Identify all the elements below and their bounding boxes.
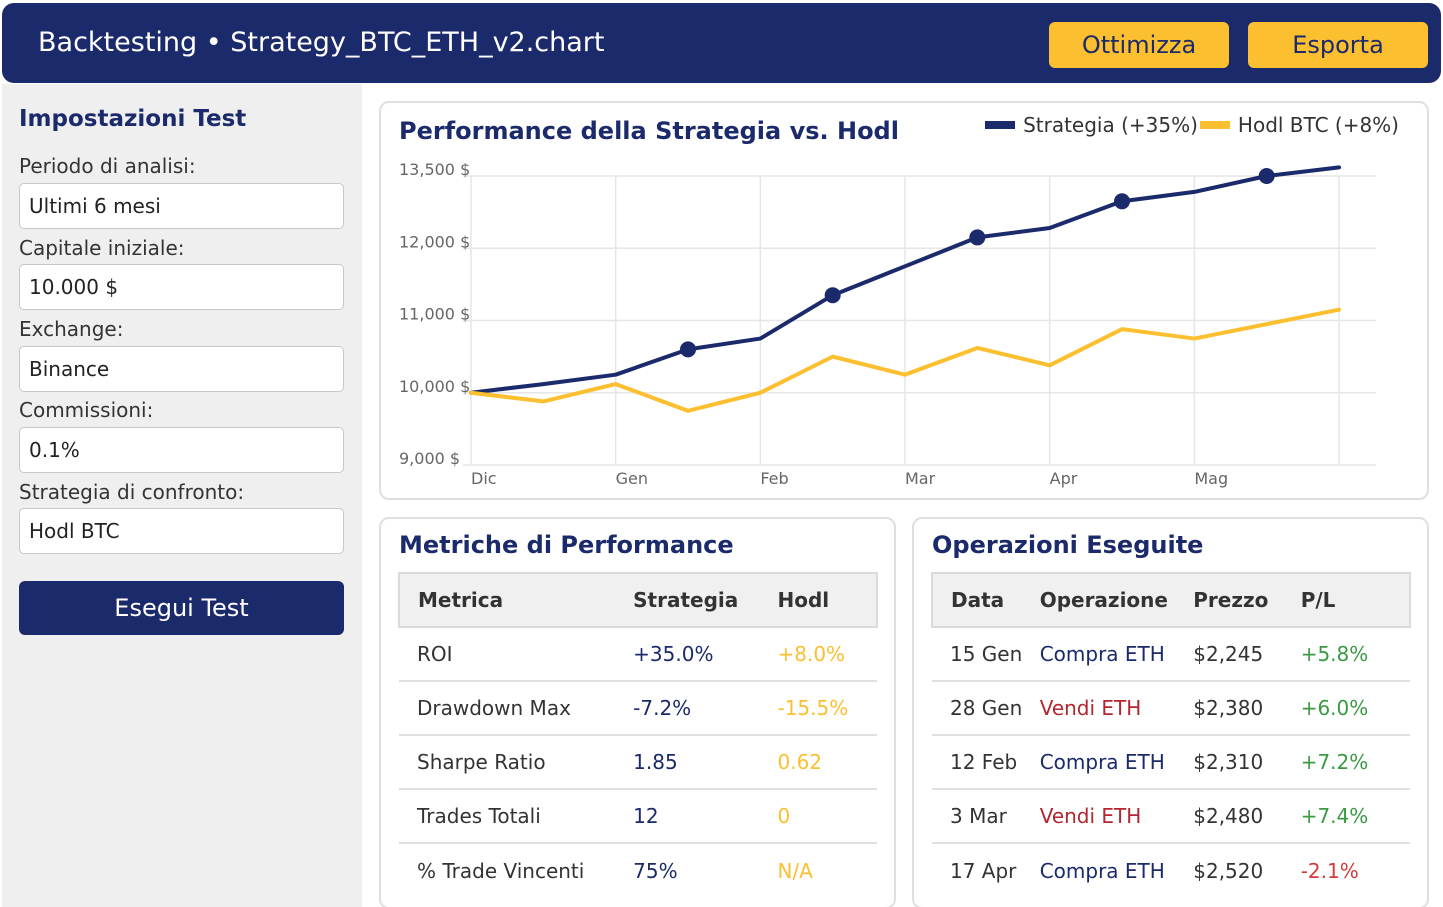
trades-cell: $2,480 — [1193, 789, 1301, 844]
trades-cell: 15 Gen — [932, 627, 1040, 682]
trades-cell: Compra ETH — [1039, 858, 1165, 883]
metrics-cell: 1.85 — [633, 735, 778, 790]
capital-label: Capitale iniziale: — [19, 236, 185, 260]
trades-row: 17 Apr Compra ETH $2,520 -2.1% — [932, 843, 1410, 897]
strategy-trade-marker — [824, 287, 841, 304]
y-tick-label: 13,500 $ — [399, 160, 470, 179]
strategy-trade-marker — [1258, 168, 1275, 184]
trades-row: 28 Gen Vendi ETH $2,380 +6.0% — [932, 681, 1410, 736]
trades-card: Operazioni Eseguite Data Operazione Prezzo… — [912, 517, 1429, 907]
trades-cell: $2,245 — [1193, 627, 1301, 682]
window-title: Backtesting • Strategy_BTC_ETH_v2.chart — [38, 27, 605, 58]
strategy-trade-marker — [1114, 193, 1130, 210]
metrics-row: Trades Totali 12 0 — [399, 789, 877, 844]
metrics-cell: ROI — [399, 627, 634, 682]
x-tick-label: Feb — [760, 469, 788, 488]
trades-header-cell: Data — [931, 572, 1040, 628]
trades-cell: +7.2% — [1300, 735, 1410, 790]
metrics-row: ROI +35.0% +8.0% — [399, 627, 877, 682]
period-label: Periodo di analisi: — [19, 154, 196, 178]
optimize-button[interactable]: Ottimizza — [1049, 22, 1229, 68]
metrics-row: % Trade Vincenti 75% N/A — [399, 843, 877, 897]
x-tick-label: Apr — [1050, 469, 1078, 488]
metrics-cell: +35.0% — [633, 627, 778, 682]
export-button[interactable]: Esporta — [1248, 22, 1428, 68]
run-test-button[interactable]: Esegui Test — [19, 581, 344, 635]
trades-cell: 28 Gen — [932, 681, 1040, 736]
trades-cell: Compra ETH — [1039, 627, 1194, 682]
trades-cell: Compra ETH — [1039, 735, 1194, 790]
benchmark-select[interactable]: Hodl BTC — [19, 508, 344, 554]
metrics-cell: 0.62 — [777, 735, 877, 790]
metrics-cell: Trades Totali — [399, 789, 634, 844]
metrics-cell: 75% — [633, 858, 678, 883]
trades-cell: 3 Mar — [932, 789, 1040, 844]
trades-title: Operazioni Eseguite — [932, 531, 1204, 559]
trades-cell: $2,310 — [1193, 735, 1301, 790]
trades-cell: +7.4% — [1300, 789, 1410, 844]
exchange-label: Exchange: — [19, 317, 124, 341]
trades-cell: -2.1% — [1300, 858, 1359, 883]
y-tick-label: 9,000 $ — [399, 449, 460, 468]
metrics-card: Metriche di Performance Metrica Strategia… — [379, 517, 896, 907]
period-select[interactable]: Ultimi 6 mesi — [19, 183, 344, 229]
trades-cell: Vendi ETH — [1039, 789, 1194, 844]
strategy-trade-marker — [969, 229, 986, 246]
trades-cell: +6.0% — [1300, 681, 1410, 736]
trades-cell: 17 Apr — [950, 858, 1017, 883]
x-tick-label: Mar — [905, 469, 936, 488]
metrics-table: Metrica Strategia Hodl ROI +35.0% +8.0% Drawd… — [397, 572, 878, 897]
metrics-row: Sharpe Ratio 1.85 0.62 — [399, 735, 877, 790]
y-tick-label: 10,000 $ — [399, 377, 470, 396]
trades-row: 3 Mar Vendi ETH $2,480 +7.4% — [932, 789, 1410, 844]
metrics-cell: 0 — [777, 789, 877, 844]
trades-cell: Vendi ETH — [1039, 681, 1194, 736]
trades-cell: 12 Feb — [932, 735, 1040, 790]
trades-row: 15 Gen Compra ETH $2,245 +5.8% — [932, 627, 1410, 682]
metrics-cell: Drawdown Max — [399, 681, 634, 736]
metrics-title: Metriche di Performance — [399, 531, 734, 559]
metrics-cell: % Trade Vincenti — [417, 858, 585, 883]
trades-row: 12 Feb Compra ETH $2,310 +7.2% — [932, 735, 1410, 790]
metrics-cell: -15.5% — [777, 681, 877, 736]
settings-sidebar: Impostazioni Test Periodo di analisi: Ul… — [2, 84, 362, 907]
y-tick-label: 12,000 $ — [399, 232, 470, 251]
title-bar: Backtesting • Strategy_BTC_ETH_v2.chart … — [2, 3, 1441, 83]
strategy-trade-marker — [680, 341, 696, 358]
fees-label: Commissioni: — [19, 398, 154, 422]
metrics-header-cell: Strategia — [633, 572, 778, 628]
capital-input[interactable]: 10.000 $ — [19, 264, 344, 310]
settings-title: Impostazioni Test — [19, 106, 247, 132]
trades-table: Data Operazione Prezzo P/L 15 Gen Compra ETH… — [931, 572, 1412, 897]
trades-header-cell: P/L — [1300, 572, 1412, 628]
metrics-row: Drawdown Max -7.2% -15.5% — [399, 681, 877, 736]
trades-header-row: Data Operazione Prezzo P/L — [931, 572, 1412, 628]
x-tick-label: Gen — [616, 469, 648, 488]
performance-line-chart: 9,000 $ 10,000 $ 11,000 $ 12,000 $ 13,500 $ D… — [399, 160, 1376, 488]
trades-header-cell: Prezzo — [1193, 572, 1301, 628]
trades-cell: +5.8% — [1300, 627, 1410, 682]
trades-cell: $2,520 — [1193, 858, 1264, 883]
metrics-cell: -7.2% — [633, 681, 778, 736]
y-tick-label: 11,000 $ — [399, 305, 470, 324]
fees-input[interactable]: 0.1% — [19, 427, 344, 473]
metrics-cell: Sharpe Ratio — [399, 735, 634, 790]
benchmark-label: Strategia di confronto: — [19, 480, 245, 504]
metrics-header-row: Metrica Strategia Hodl — [397, 572, 878, 628]
x-tick-label: Dic — [471, 469, 497, 488]
trades-cell: $2,380 — [1193, 681, 1301, 736]
metrics-cell: 12 — [633, 789, 778, 844]
metrics-header-cell: Hodl — [777, 572, 878, 628]
x-tick-label: Mag — [1194, 469, 1228, 488]
metrics-cell: +8.0% — [777, 627, 877, 682]
performance-chart-card: Performance della Strategia vs. Hodl Str… — [379, 101, 1429, 500]
trades-header-cell: Operazione — [1039, 572, 1194, 628]
metrics-cell: N/A — [777, 858, 813, 883]
metrics-header-cell: Metrica — [397, 572, 634, 628]
exchange-select[interactable]: Binance — [19, 346, 344, 392]
